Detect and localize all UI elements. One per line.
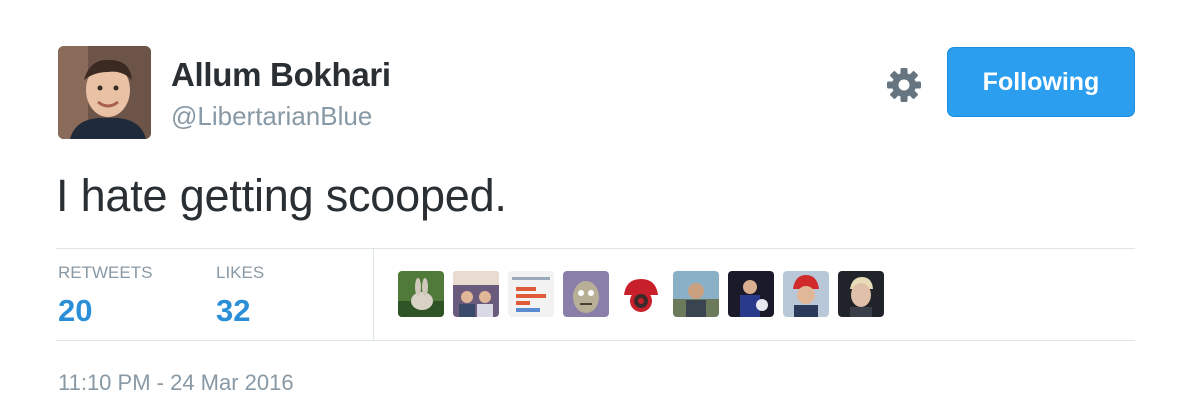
liker-avatar-portrait[interactable]	[838, 271, 884, 317]
gear-icon[interactable]	[884, 65, 924, 105]
retweets-count[interactable]: 20	[58, 293, 152, 329]
likes-stat[interactable]: LIKES 32	[216, 263, 264, 329]
liker-avatar-chart[interactable]	[508, 271, 554, 317]
liker-avatar-red-hat[interactable]	[783, 271, 829, 317]
liker-avatar-speaker[interactable]	[728, 271, 774, 317]
liker-avatar-cartoon[interactable]	[563, 271, 609, 317]
divider-bottom	[56, 340, 1135, 341]
author-avatar[interactable]	[58, 46, 151, 139]
stats-divider	[373, 249, 374, 340]
liker-avatar-group[interactable]	[453, 271, 499, 317]
following-button[interactable]: Following	[947, 47, 1135, 117]
liker-avatar-red-cap[interactable]	[618, 271, 664, 317]
author-display-name[interactable]: Allum Bokhari	[171, 56, 391, 94]
tweet-timestamp[interactable]: 11:10 PM - 24 Mar 2016	[58, 370, 294, 396]
divider-top	[56, 248, 1135, 249]
liker-avatar-rabbit[interactable]	[398, 271, 444, 317]
likes-count[interactable]: 32	[216, 293, 264, 329]
retweets-label: RETWEETS	[58, 263, 153, 282]
tweet-card: Allum Bokhari @LibertarianBlue Following…	[0, 0, 1200, 420]
tweet-text: I hate getting scooped.	[56, 170, 507, 221]
author-handle[interactable]: @LibertarianBlue	[171, 101, 372, 132]
liker-avatars	[398, 271, 884, 317]
liker-avatar-man[interactable]	[673, 271, 719, 317]
likes-label: LIKES	[216, 263, 265, 282]
retweets-stat[interactable]: RETWEETS 20	[58, 263, 152, 329]
